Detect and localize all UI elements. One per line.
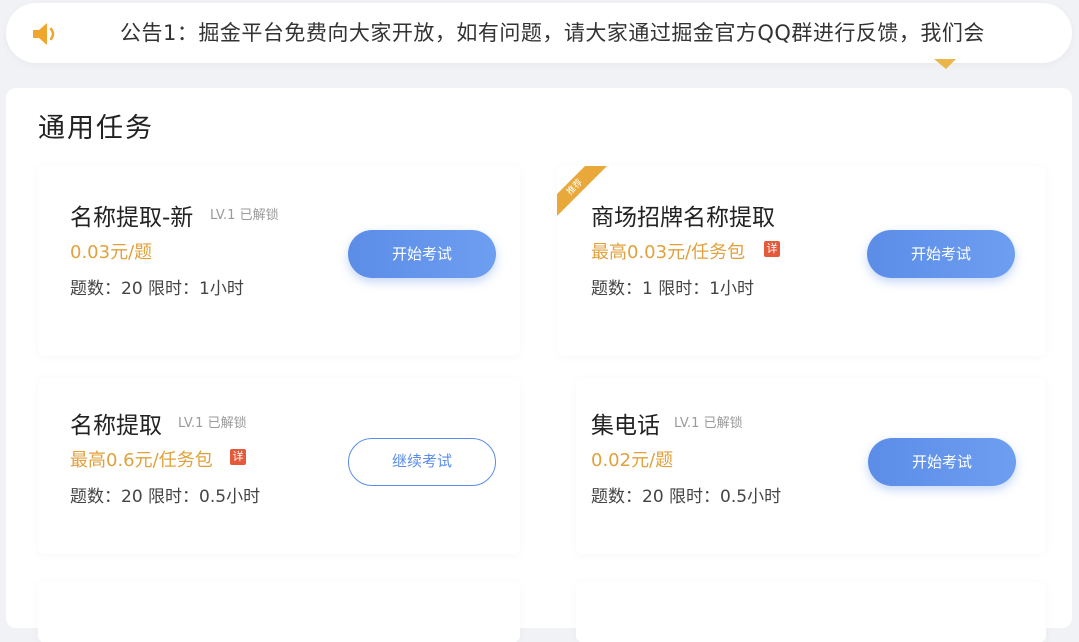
- task-price: 最高0.6元/任务包: [70, 450, 213, 471]
- task-name: 名称提取: [70, 413, 162, 439]
- task-price: 0.02元/题: [591, 450, 674, 471]
- task-name: 集电话: [591, 413, 660, 439]
- detail-badge[interactable]: 详: [230, 449, 246, 465]
- section-title: 通用任务: [38, 113, 154, 144]
- task-level: LV.1 已解锁: [178, 416, 247, 431]
- start-exam-button[interactable]: 开始考试: [867, 230, 1015, 278]
- task-card: 推荐 商场招牌名称提取 最高0.03元/任务包 详 题数：1 限时：1小时 开始…: [557, 166, 1046, 356]
- task-panel: 通用任务 名称提取-新 LV.1 已解锁 0.03元/题 题数：20 限时：1小…: [6, 88, 1072, 642]
- detail-badge[interactable]: 详: [764, 241, 780, 257]
- task-card: [38, 582, 520, 642]
- task-meta: 题数：20 限时：0.5小时: [70, 487, 261, 507]
- task-name: 名称提取-新: [70, 205, 194, 231]
- task-card: 名称提取-新 LV.1 已解锁 0.03元/题 题数：20 限时：1小时 开始考…: [38, 166, 520, 356]
- task-meta: 题数：20 限时：0.5小时: [591, 487, 782, 507]
- task-card: [576, 582, 1046, 642]
- notice-bar: 公告1：掘金平台免费向大家开放，如有问题，请大家通过掘金官方QQ群进行反馈，我们…: [6, 3, 1072, 63]
- task-price: 最高0.03元/任务包: [591, 242, 746, 263]
- task-level: LV.1 已解锁: [674, 416, 743, 431]
- task-card: 集电话 LV.1 已解锁 0.02元/题 题数：20 限时：0.5小时 开始考试: [576, 378, 1046, 554]
- notice-text: 公告1：掘金平台免费向大家开放，如有问题，请大家通过掘金官方QQ群进行反馈，我们…: [120, 21, 985, 45]
- task-card: 名称提取 LV.1 已解锁 最高0.6元/任务包 详 题数：20 限时：0.5小…: [38, 378, 520, 554]
- task-meta: 题数：20 限时：1小时: [70, 279, 244, 299]
- task-level: LV.1 已解锁: [210, 208, 279, 223]
- start-exam-button[interactable]: 开始考试: [348, 230, 496, 278]
- continue-exam-button[interactable]: 继续考试: [348, 438, 496, 486]
- corner-decoration: [934, 59, 956, 69]
- task-name: 商场招牌名称提取: [591, 205, 775, 231]
- speaker-icon: [33, 23, 55, 45]
- start-exam-button[interactable]: 开始考试: [868, 438, 1016, 486]
- task-price: 0.03元/题: [70, 242, 153, 263]
- task-meta: 题数：1 限时：1小时: [591, 279, 755, 299]
